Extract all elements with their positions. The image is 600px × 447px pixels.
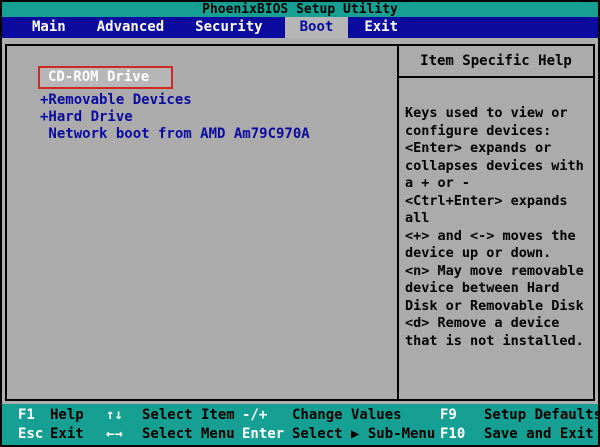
help-line: <d> Remove a device [405,315,560,331]
help-line: <+> and <-> moves the [405,227,576,244]
menu-bar: Main Advanced Security Boot Exit [2,17,598,38]
help-line: device up or down. [405,245,552,261]
help-line: device between Hard [405,280,560,296]
help-line: <Enter> expands or [405,140,552,156]
key-enter: Enter [242,426,285,442]
boot-order-list: CD-ROM Drive +Removable Devices +Hard Dr… [7,46,397,399]
boot-item-removable-devices[interactable]: +Removable Devices [7,92,397,109]
help-line: a + or - [405,175,471,191]
key-f1-label: Help [50,407,84,423]
key-minus-plus: -/+ [242,407,268,423]
boot-item-cdrom-row: CD-ROM Drive [38,66,397,89]
key-f1: F1 [18,407,35,423]
key-esc-label: Exit [50,426,84,442]
help-line: collapses devices with [405,157,584,174]
boot-item-network-boot[interactable]: Network boot from AMD Am79C970A [7,126,397,143]
bios-screen: PhoenixBIOS Setup Utility Main Advanced … [0,0,600,447]
key-updown-icon: ↑↓ [106,407,123,423]
tab-exit[interactable]: Exit [354,17,408,38]
item-specific-help-panel: Item Specific Help Keys used to view or … [397,46,593,399]
window-title: PhoenixBIOS Setup Utility [2,2,598,17]
tab-security[interactable]: Security [185,17,272,38]
key-f9: F9 [440,407,457,423]
help-line: <n> May move removable [405,262,584,279]
key-hint-row-1: F1 Help ↑↓ Select Item -/+ Change Values… [2,406,600,425]
boot-item-cdrom[interactable]: CD-ROM Drive [38,66,174,89]
key-f9-label: Setup Defaults [484,407,600,423]
help-line: all [405,210,430,226]
help-line: Disk or Removable Disk [405,297,584,314]
key-f10: F10 [440,426,466,442]
content-box: CD-ROM Drive +Removable Devices +Hard Dr… [5,44,595,401]
help-line: configure devices: [405,122,552,139]
key-esc: Esc [18,426,44,442]
help-line: Keys used to view or [405,105,568,121]
tab-boot[interactable]: Boot [284,17,349,38]
key-minus-plus-label: Change Values [292,407,402,423]
key-hint-bar: F1 Help ↑↓ Select Item -/+ Change Values… [2,404,600,445]
help-line: that is not installed. [405,332,584,349]
key-leftright-icon: ←→ [106,426,123,442]
main-area: CD-ROM Drive +Removable Devices +Hard Dr… [2,38,598,404]
help-panel-title: Item Specific Help [399,46,593,78]
help-panel-text: Keys used to view or configure devices: … [399,78,593,399]
help-line: <Ctrl+Enter> expands [405,192,568,209]
tab-advanced[interactable]: Advanced [87,17,174,38]
tab-main[interactable]: Main [22,17,76,38]
key-updown-label: Select Item [142,407,235,423]
key-hint-row-2: Esc Exit ←→ Select Menu Enter Select ▶ S… [2,425,598,444]
key-leftright-label: Select Menu [142,426,235,442]
key-f10-label: Save and Exit [484,426,594,442]
key-enter-label: Select ▶ Sub-Menu [292,426,436,442]
boot-item-hard-drive[interactable]: +Hard Drive [7,109,397,126]
